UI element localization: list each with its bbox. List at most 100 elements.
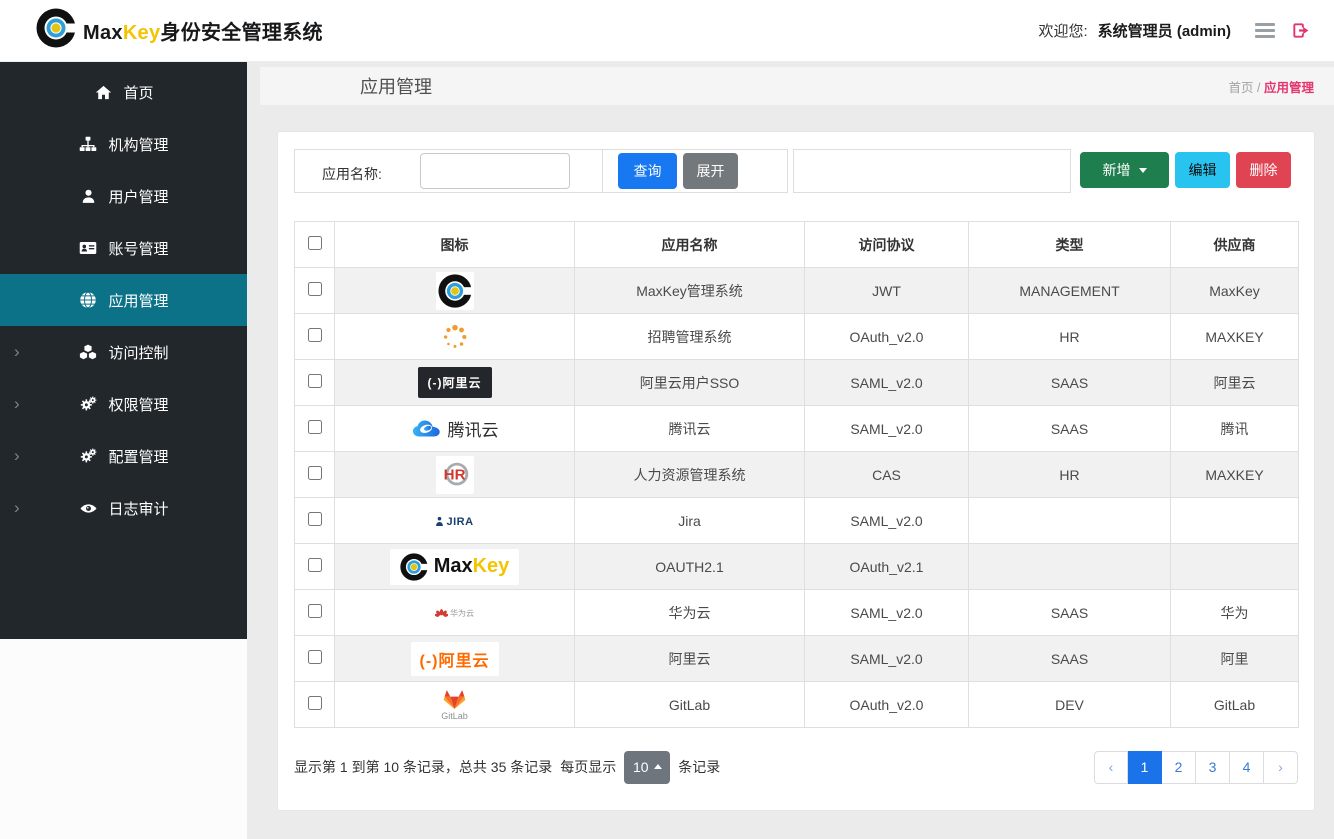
- globe-icon: [78, 291, 98, 309]
- table-row[interactable]: GitLabGitLabOAuth_v2.0DEVGitLab: [295, 682, 1299, 728]
- app-icon-cell: 腾讯云: [335, 406, 575, 452]
- row-checkbox[interactable]: [308, 466, 322, 480]
- type-cell: SAAS: [969, 406, 1171, 452]
- protocol-cell: SAML_v2.0: [805, 498, 969, 544]
- app-icon-cell: JIRA: [335, 498, 575, 544]
- sidebar-item-label: 账号管理: [108, 238, 168, 259]
- row-checkbox[interactable]: [308, 650, 322, 664]
- protocol-cell: SAML_v2.0: [805, 360, 969, 406]
- delete-button[interactable]: 删除: [1236, 152, 1291, 188]
- table-row[interactable]: 华为云华为云SAML_v2.0SAAS华为: [295, 590, 1299, 636]
- brand-max: Max: [83, 22, 123, 44]
- edit-button[interactable]: 编辑: [1175, 152, 1230, 188]
- app-name-cell: 阿里云: [575, 636, 805, 682]
- main-panel: 应用名称: 查询 展开 新增 编辑 删除 图标应用名称访问协议类型供应商: [277, 131, 1315, 811]
- vendor-cell: GitLab: [1171, 682, 1299, 728]
- sidebar-item-config[interactable]: ›配置管理: [0, 430, 247, 482]
- page-button-3[interactable]: 3: [1196, 751, 1230, 784]
- sidebar-item-label: 配置管理: [108, 446, 168, 467]
- row-checkbox-cell: [295, 636, 335, 682]
- topbar-right: 欢迎您: 系统管理员 (admin): [1038, 20, 1310, 41]
- column-header: 供应商: [1171, 222, 1299, 268]
- maxkey-wordmark-icon: MaxKey: [390, 557, 520, 573]
- sidebar-spacer: [0, 639, 247, 839]
- add-button-label: 新增: [1103, 160, 1131, 180]
- row-checkbox[interactable]: [308, 282, 322, 296]
- page-button-2[interactable]: 2: [1162, 751, 1196, 784]
- table-row[interactable]: MaxKeyOAUTH2.1OAuth_v2.1: [295, 544, 1299, 590]
- table-row[interactable]: JIRAJiraSAML_v2.0: [295, 498, 1299, 544]
- chevron-right-icon: ›: [14, 499, 20, 516]
- next-page-button[interactable]: ›: [1264, 751, 1298, 784]
- prev-page-button[interactable]: ‹: [1094, 751, 1128, 784]
- add-button[interactable]: 新增: [1080, 152, 1169, 188]
- app-name-input[interactable]: [420, 153, 570, 189]
- sidebar-item-home[interactable]: 首页: [0, 66, 247, 118]
- row-checkbox[interactable]: [308, 374, 322, 388]
- maxkey-logo-icon: [436, 281, 474, 297]
- row-checkbox[interactable]: [308, 696, 322, 710]
- breadcrumb-home[interactable]: 首页: [1229, 81, 1254, 95]
- app-name-cell: GitLab: [575, 682, 805, 728]
- query-button[interactable]: 查询: [618, 153, 677, 189]
- page-button-1[interactable]: 1: [1128, 751, 1162, 784]
- hr-logo-icon: HR: [436, 465, 474, 481]
- app-icon-cell: HR: [335, 452, 575, 498]
- column-header: 应用名称: [575, 222, 805, 268]
- menu-toggle-icon[interactable]: [1255, 23, 1275, 38]
- sidebar-item-account[interactable]: 账号管理: [0, 222, 247, 274]
- vendor-cell: 华为: [1171, 590, 1299, 636]
- breadcrumb-current: 应用管理: [1264, 81, 1314, 95]
- sidebar-item-audit[interactable]: › 日志审计: [0, 482, 247, 534]
- sidebar-item-access[interactable]: ›访问控制: [0, 326, 247, 378]
- expand-button[interactable]: 展开: [683, 153, 738, 189]
- type-cell: SAAS: [969, 360, 1171, 406]
- sidebar-item-org[interactable]: 机构管理: [0, 118, 247, 170]
- brand[interactable]: MaxKey身份安全管理系统: [36, 8, 323, 53]
- table-row[interactable]: (-)阿里云阿里云用户SSOSAML_v2.0SAAS阿里云: [295, 360, 1299, 406]
- welcome-label: 欢迎您:: [1038, 20, 1087, 41]
- sidebar-item-app[interactable]: 应用管理: [0, 274, 247, 326]
- row-checkbox-cell: [295, 544, 335, 590]
- select-all-checkbox[interactable]: [308, 236, 322, 250]
- column-header: 访问协议: [805, 222, 969, 268]
- row-checkbox-cell: [295, 682, 335, 728]
- sidebar-item-user[interactable]: 用户管理: [0, 170, 247, 222]
- maxkey-logo-icon: [36, 8, 76, 53]
- page-button-4[interactable]: 4: [1230, 751, 1264, 784]
- content-area: 应用管理 首页 / 应用管理 应用名称: 查询 展开 新增 编辑: [247, 62, 1334, 839]
- vendor-cell: [1171, 498, 1299, 544]
- row-checkbox[interactable]: [308, 512, 322, 526]
- user-icon: [78, 188, 98, 205]
- sidebar-item-label: 应用管理: [108, 290, 168, 311]
- table-row[interactable]: (-)阿里云阿里云SAML_v2.0SAAS阿里: [295, 636, 1299, 682]
- logout-icon[interactable]: [1291, 21, 1310, 40]
- type-cell: HR: [969, 314, 1171, 360]
- row-checkbox-cell: [295, 498, 335, 544]
- type-cell: [969, 544, 1171, 590]
- table-row[interactable]: HR人力资源管理系统CASHRMAXKEY: [295, 452, 1299, 498]
- sidebar-menu: 首页机构管理用户管理账号管理应用管理 ›访问控制›权限管理›配置管理 › 日志审计: [0, 62, 247, 639]
- row-checkbox[interactable]: [308, 604, 322, 618]
- row-checkbox[interactable]: [308, 328, 322, 342]
- vendor-cell: 阿里: [1171, 636, 1299, 682]
- alicloud-dark-icon: (-)阿里云: [418, 373, 492, 389]
- home-icon: [93, 84, 113, 101]
- table-row[interactable]: MaxKey管理系统JWTMANAGEMENTMaxKey: [295, 268, 1299, 314]
- row-checkbox[interactable]: [308, 558, 322, 572]
- gears-icon: [78, 395, 98, 413]
- sidebar-item-permission[interactable]: ›权限管理: [0, 378, 247, 430]
- pagination-summary: 显示第 1 到第 10 条记录，总共 35 条记录 每页显示 10 条记录: [294, 751, 720, 784]
- vendor-cell: MaxKey: [1171, 268, 1299, 314]
- sidebar-item-label: 首页: [123, 82, 153, 103]
- pagination-bar: 显示第 1 到第 10 条记录，总共 35 条记录 每页显示 10 条记录 ‹1…: [294, 749, 1298, 785]
- page-size-dropdown[interactable]: 10: [624, 751, 670, 784]
- row-checkbox[interactable]: [308, 420, 322, 434]
- sitemap-icon: [78, 135, 98, 153]
- table-row[interactable]: 招聘管理系统OAuth_v2.0HRMAXKEY: [295, 314, 1299, 360]
- table-row[interactable]: 腾讯云腾讯云SAML_v2.0SAAS腾讯: [295, 406, 1299, 452]
- sidebar-item-label: 日志审计: [108, 498, 168, 519]
- protocol-cell: SAML_v2.0: [805, 636, 969, 682]
- vendor-cell: [1171, 544, 1299, 590]
- huawei-cloud-icon: 华为云: [435, 605, 474, 621]
